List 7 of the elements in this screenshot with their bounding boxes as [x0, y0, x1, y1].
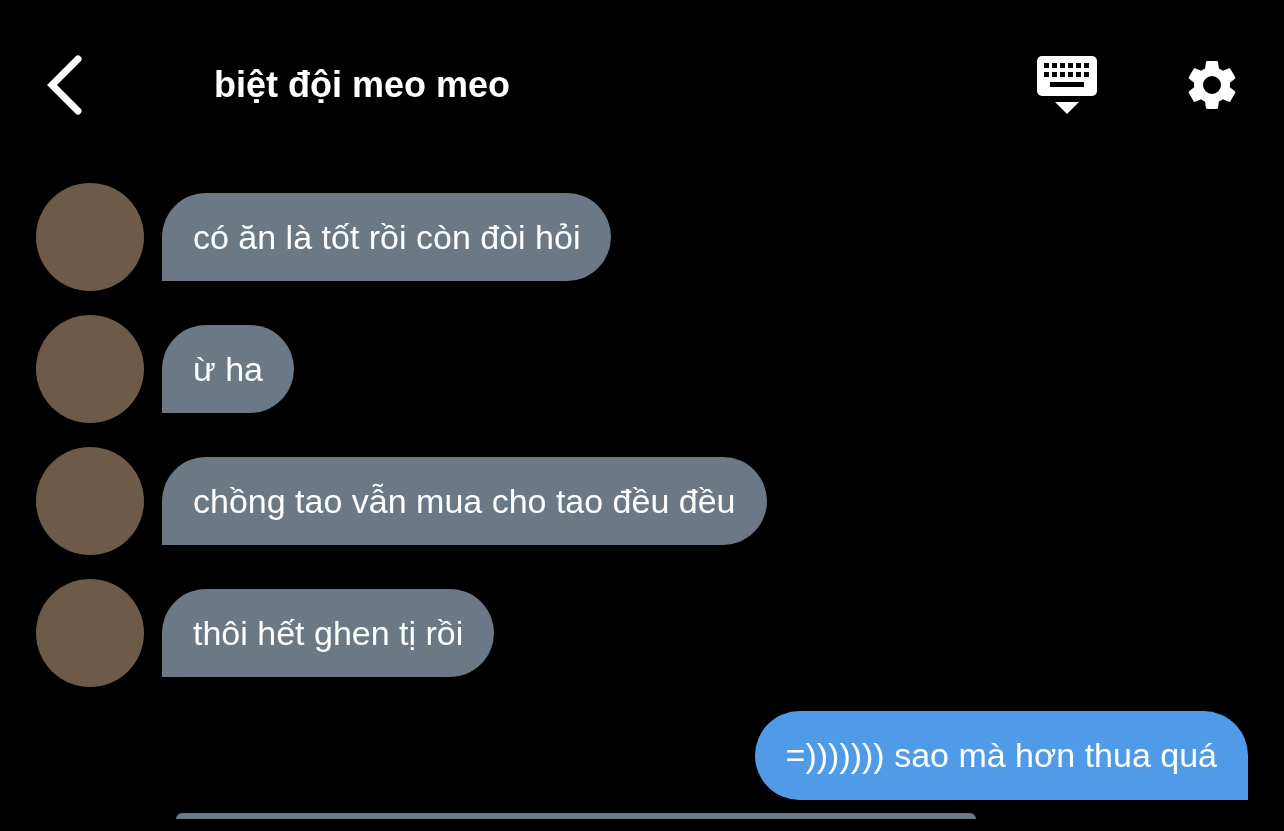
keyboard-icon[interactable] [1036, 54, 1098, 116]
incoming-message: chồng tao vẫn mua cho tao đều đều [162, 456, 767, 546]
incoming-message: thôi hết ghen tị rồi [162, 588, 495, 678]
incoming-message: có ăn là tốt rồi còn đòi hỏi [162, 192, 612, 282]
incoming-message: ừ ha [162, 324, 295, 414]
outgoing-message: =))))))) sao mà hơn thua quá [754, 711, 1248, 800]
chat-title: biệt đội meo meo [214, 63, 511, 107]
